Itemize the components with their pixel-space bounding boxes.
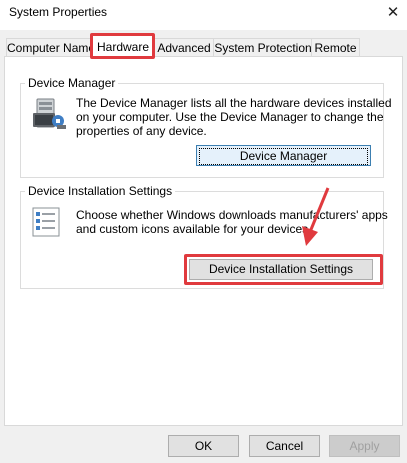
ok-button[interactable]: OK: [168, 435, 239, 457]
device-manager-desc-line: properties of any device.: [76, 124, 207, 138]
window-title: System Properties: [9, 5, 108, 19]
device-manager-description: The Device Manager lists all the hardwar…: [76, 96, 392, 138]
device-manager-icon: [31, 97, 67, 131]
device-manager-desc-line: on your computer. Use the Device Manager…: [76, 110, 384, 124]
device-installation-group-label: Device Installation Settings: [25, 184, 176, 198]
apply-button[interactable]: Apply: [329, 435, 400, 457]
tab-advanced[interactable]: Advanced: [153, 38, 215, 57]
device-installation-desc-line: Choose whether Windows downloads manufac…: [76, 208, 388, 222]
red-arrow-icon: [302, 187, 330, 246]
device-manager-button[interactable]: Device Manager: [196, 145, 371, 166]
tab-system-protection[interactable]: System Protection: [213, 38, 313, 57]
tab-remote[interactable]: Remote: [311, 38, 360, 57]
device-manager-button-label: Device Manager: [199, 148, 368, 165]
device-installation-description: Choose whether Windows downloads manufac…: [76, 208, 388, 236]
cancel-button[interactable]: Cancel: [249, 435, 320, 457]
device-manager-group-label: Device Manager: [25, 76, 119, 90]
device-manager-desc-line: The Device Manager lists all the hardwar…: [76, 96, 392, 110]
hardware-tab-highlight: [90, 33, 155, 59]
tab-computer-name[interactable]: Computer Name: [6, 38, 95, 57]
device-installation-desc-line: and custom icons available for your devi…: [76, 222, 312, 236]
close-icon[interactable]: ✕: [383, 3, 403, 23]
checklist-icon: [30, 207, 62, 237]
settings-button-highlight: [184, 254, 383, 285]
